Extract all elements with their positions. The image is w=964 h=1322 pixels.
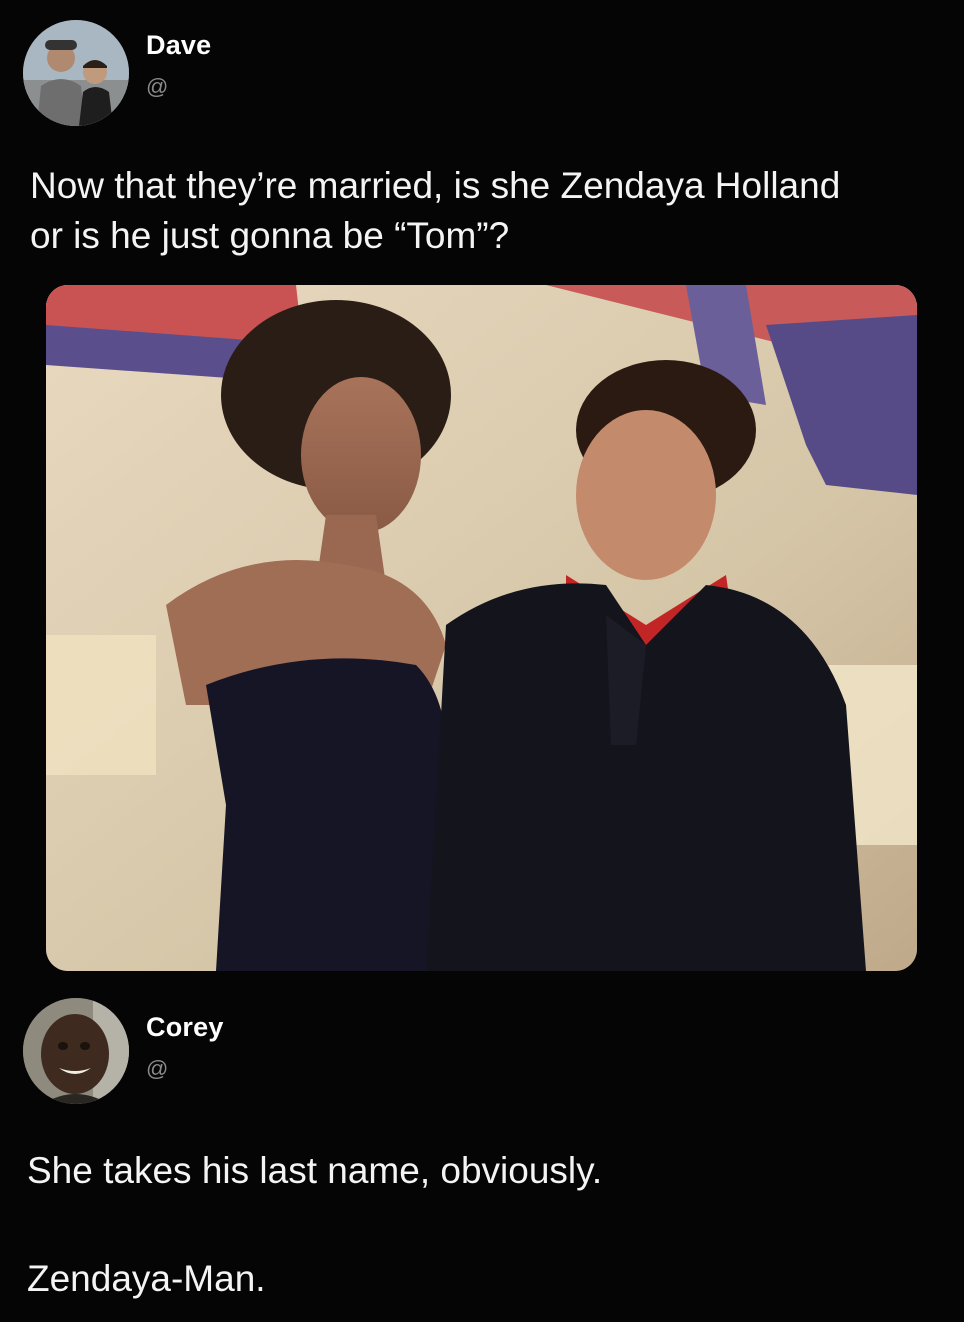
profile-photo-icon bbox=[23, 998, 129, 1104]
tweet: Dave @ Now that they’re married, is she … bbox=[0, 0, 964, 980]
profile-photo-icon bbox=[23, 20, 129, 126]
reply-author-handle[interactable]: @ bbox=[146, 1056, 168, 1082]
reply-text-line1: She takes his last name, obviously. bbox=[27, 1150, 603, 1191]
tweet-media-photo[interactable] bbox=[46, 285, 917, 971]
reply: Corey @ She takes his last name, obvious… bbox=[0, 980, 964, 1322]
author-handle[interactable]: @ bbox=[146, 74, 168, 100]
author-name[interactable]: Dave bbox=[146, 30, 211, 61]
avatar-dave[interactable] bbox=[23, 20, 129, 126]
couple-photo-icon bbox=[46, 285, 917, 971]
tweet-text: Now that they’re married, is she Zendaya… bbox=[30, 165, 841, 256]
reply-text-line2: Zendaya-Man. bbox=[27, 1258, 266, 1299]
reply-author-name[interactable]: Corey bbox=[146, 1012, 224, 1043]
avatar-corey[interactable] bbox=[23, 998, 129, 1104]
